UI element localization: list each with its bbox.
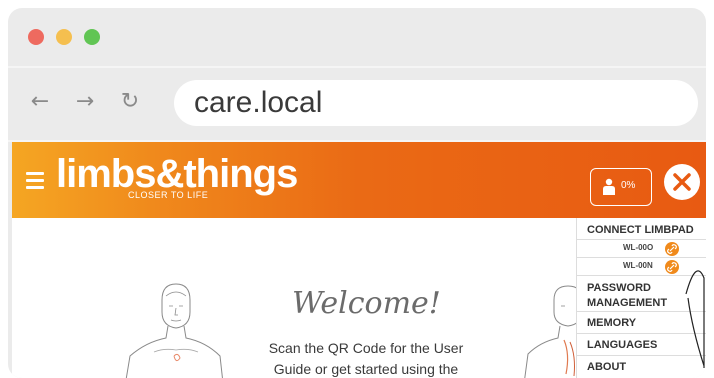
patient-illustration-right	[524, 285, 583, 378]
link-icon[interactable]	[665, 242, 679, 256]
url-text: care.local	[194, 86, 323, 119]
progress-badge[interactable]: 0%	[590, 168, 652, 206]
web-content: limbs&things CLOSER TO LIFE 0% Welcome! …	[12, 142, 706, 378]
back-arrow-icon[interactable]: ←	[26, 88, 54, 116]
close-icon	[673, 173, 691, 191]
browser-toolbar: ← → ↻ care.local	[8, 70, 706, 140]
link-icon[interactable]	[665, 260, 679, 274]
welcome-heading: Welcome!	[292, 286, 441, 321]
decorative-curve	[685, 270, 705, 368]
menu-connect-limbpad[interactable]: CONNECT LIMBPAD	[577, 218, 706, 240]
brand-tagline: CLOSER TO LIFE	[128, 190, 209, 200]
device-item[interactable]: WL-00O	[577, 240, 706, 258]
intro-line-1: Scan the QR Code for the User	[268, 340, 464, 356]
intro-text: Scan the QR Code for the User Guide or g…	[256, 338, 476, 378]
intro-line-2: Guide or get started using the	[273, 361, 459, 377]
reload-icon[interactable]: ↻	[116, 88, 144, 116]
device-name: WL-00O	[623, 243, 654, 252]
minimize-window-button[interactable]	[56, 29, 72, 45]
title-bar	[8, 8, 706, 66]
forward-arrow-icon[interactable]: →	[71, 88, 99, 116]
device-name: WL-00N	[623, 261, 653, 270]
address-bar[interactable]: care.local	[174, 80, 698, 126]
divider	[8, 66, 706, 68]
patient-illustration-left	[125, 283, 223, 378]
progress-percent: 0%	[621, 180, 636, 191]
app-header: limbs&things CLOSER TO LIFE 0%	[12, 142, 706, 218]
close-button[interactable]	[664, 164, 700, 200]
hamburger-menu-icon[interactable]	[26, 172, 44, 193]
person-icon	[603, 178, 615, 195]
close-window-button[interactable]	[28, 29, 44, 45]
browser-window: ← → ↻ care.local limbs&things CLOSER TO …	[8, 8, 706, 378]
maximize-window-button[interactable]	[84, 29, 100, 45]
